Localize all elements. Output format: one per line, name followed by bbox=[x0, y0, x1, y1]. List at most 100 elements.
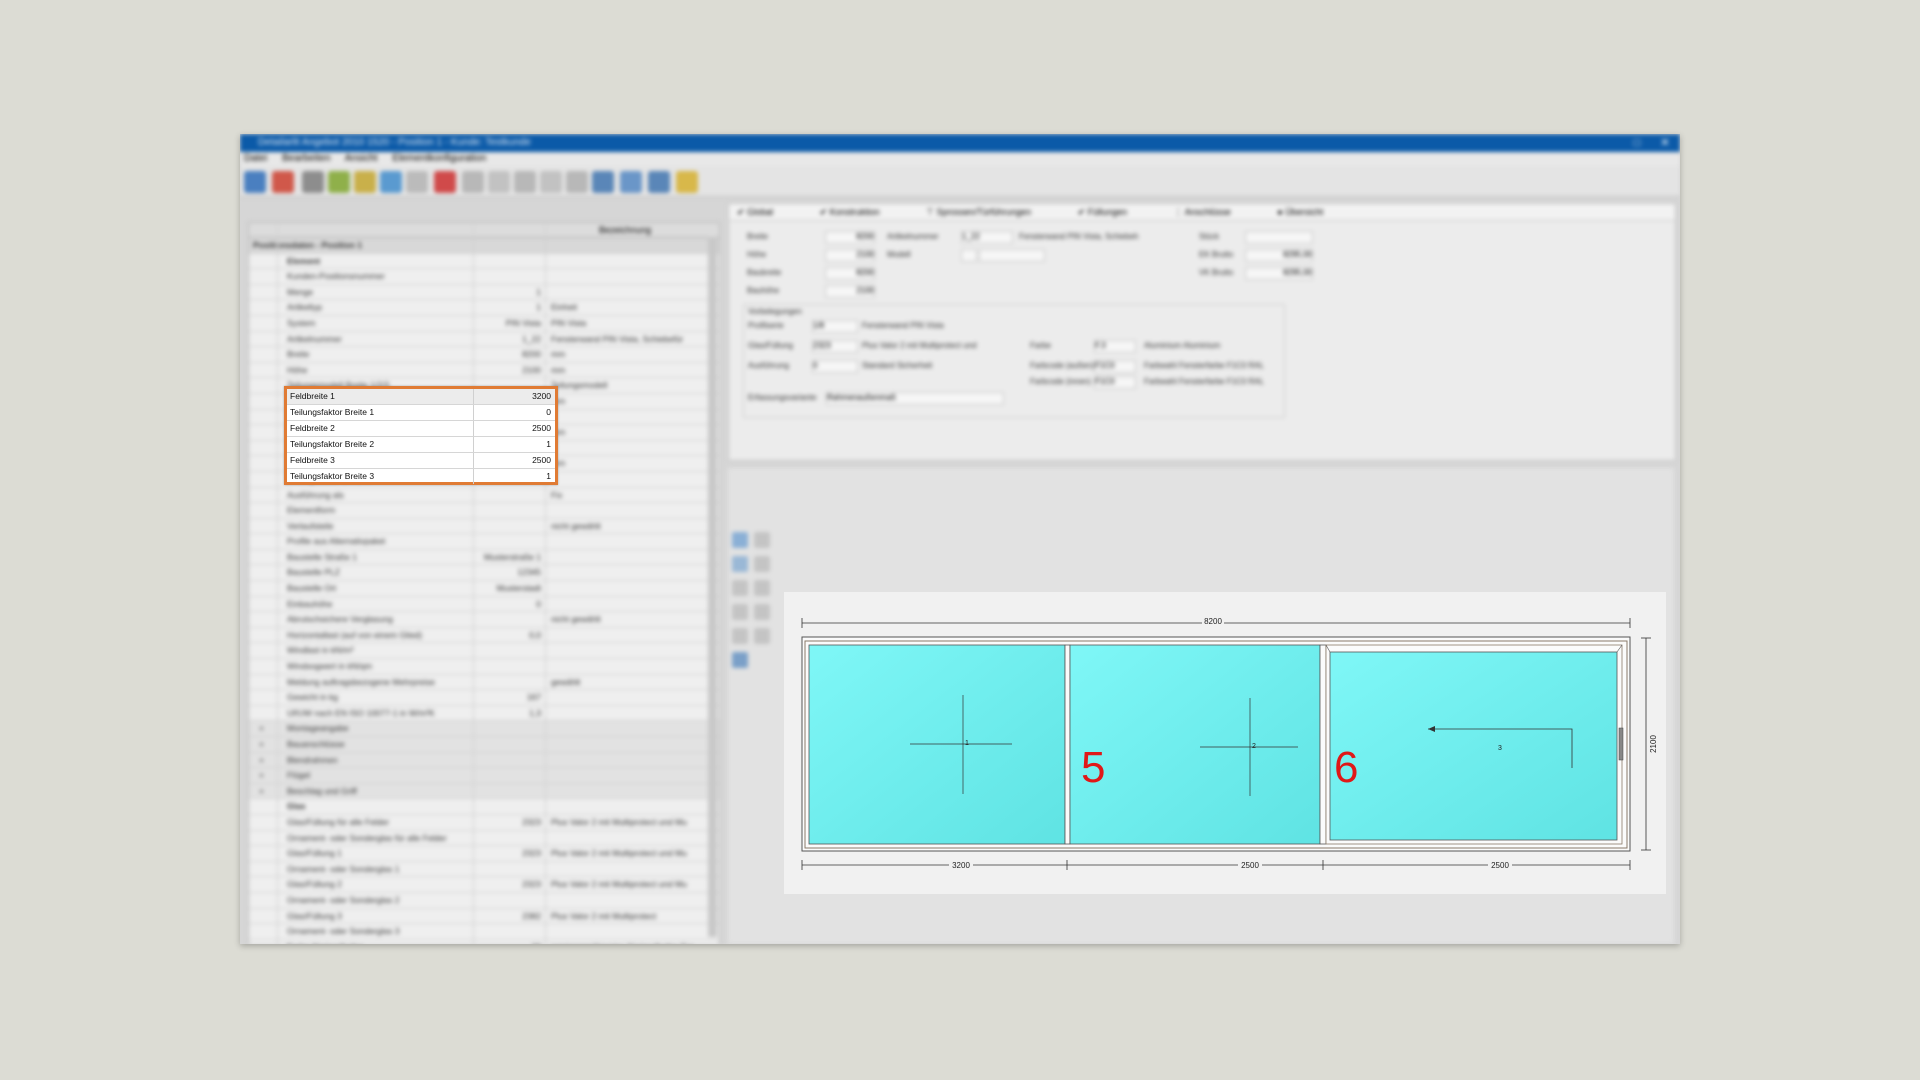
grid-row[interactable]: Bauanschlüsse + bbox=[249, 737, 719, 753]
grid-row[interactable]: System PIN Vista PIN Vista bbox=[249, 316, 719, 332]
document-icon[interactable] bbox=[406, 171, 428, 193]
grid-row[interactable]: Farbe Abstandhalter 33 warmeggedämmter Abs… bbox=[249, 940, 719, 944]
grid-row[interactable]: Windsogwert in kN/qm bbox=[249, 659, 719, 675]
grid-row[interactable]: Profile aus Alternativpaket bbox=[249, 534, 719, 550]
tab-konstruktion[interactable]: ✔ Konstruktion bbox=[820, 207, 902, 217]
key-icon[interactable] bbox=[676, 171, 698, 193]
grid-row[interactable]: Baustelle PLZ 12345 bbox=[249, 565, 719, 582]
expand-icon[interactable]: + bbox=[259, 737, 264, 751]
menu-bearbeiten[interactable]: Bearbeiten bbox=[282, 153, 330, 164]
expand-icon[interactable]: + bbox=[259, 753, 264, 767]
grid-row-value[interactable]: 2323 bbox=[481, 815, 541, 829]
last-record-icon[interactable] bbox=[566, 171, 588, 193]
profilserie-field[interactable]: 1/8 bbox=[812, 320, 858, 333]
grid-row[interactable]: Elementform bbox=[249, 503, 719, 519]
window-elevation-drawing[interactable]: 8200 2100 1 2 3 5 6 3200 2500 2500 bbox=[784, 592, 1666, 894]
mullion-2[interactable] bbox=[1319, 644, 1327, 845]
next-record-icon[interactable] bbox=[540, 171, 562, 193]
grid-row[interactable]: Meldung auftragsbezogene Mehrpreise gewäh… bbox=[249, 675, 719, 691]
sash-tool-icon[interactable] bbox=[732, 628, 748, 644]
split-tool-icon[interactable] bbox=[732, 580, 748, 596]
ausfuehrung-field[interactable]: 0 bbox=[812, 360, 858, 373]
grid-row[interactable]: Montageangabe + bbox=[249, 721, 719, 737]
ek-brutto-field[interactable]: 8295,00 bbox=[1245, 249, 1313, 262]
pins-icon[interactable] bbox=[434, 171, 456, 193]
glas-field[interactable]: 2323 bbox=[812, 340, 858, 353]
popup-row-feldbreite-3[interactable]: Feldbreite 3 2500 bbox=[287, 453, 555, 469]
grid-row-value[interactable]: 2382 bbox=[481, 909, 541, 923]
hoehe-field[interactable]: 2100 bbox=[825, 249, 875, 262]
grid-row[interactable]: Menge 1 bbox=[249, 285, 719, 301]
mullion-tool-icon[interactable] bbox=[732, 604, 748, 620]
image-view-icon[interactable] bbox=[620, 171, 642, 193]
grid-row[interactable]: Baustelle Straße 1 Musterstraße 1 bbox=[249, 550, 719, 566]
grid-row-value[interactable]: 167 bbox=[481, 690, 541, 704]
vk-brutto-field[interactable]: 8295,00 bbox=[1245, 267, 1313, 280]
grid-row[interactable]: Glas/Füllung 2 2323 Plus Valor 2 mit Multi… bbox=[249, 877, 719, 893]
grid-row[interactable]: Höhe 2100 mm bbox=[249, 363, 719, 379]
grid-row[interactable]: Artikeltyp 1 Einheit bbox=[249, 300, 719, 316]
export-tool-icon[interactable] bbox=[732, 652, 748, 668]
previous-record-icon[interactable] bbox=[488, 171, 510, 193]
popup-value-input[interactable]: 3200 bbox=[532, 389, 551, 403]
popup-row-teilungsfaktor-2[interactable]: Teilungsfaktor Breite 2 1 bbox=[287, 437, 555, 453]
grid-row-value[interactable]: 1 bbox=[481, 300, 541, 314]
grid-row[interactable]: Beschlag und Griff + bbox=[249, 783, 719, 800]
grid-view-icon[interactable] bbox=[592, 171, 614, 193]
tab-fuellungen[interactable]: ✔ Füllungen bbox=[1078, 207, 1150, 217]
grid-row[interactable]: Blendrahmen + bbox=[249, 752, 719, 769]
grid-row-value[interactable]: 1,3 bbox=[481, 706, 541, 720]
breite-field[interactable]: 8200 bbox=[825, 231, 875, 244]
popup-row-feldbreite-2[interactable]: Feldbreite 2 2500 bbox=[287, 421, 555, 437]
grid-row[interactable]: Horizontallast (auf von einem Glied) 0,0 bbox=[249, 628, 719, 644]
farbe-field[interactable]: F.3 bbox=[1094, 340, 1136, 353]
grid-row[interactable]: Ornament- oder Sonderglas für alle Felde… bbox=[249, 831, 719, 847]
artikelnummer-field[interactable]: 1_22 bbox=[961, 231, 1013, 244]
modell-field[interactable] bbox=[979, 249, 1045, 262]
popup-value[interactable]: 1 bbox=[546, 437, 551, 451]
grid-row-value[interactable]: 0,0 bbox=[481, 628, 541, 642]
grid-row[interactable]: Glas/Füllung für alle Felder 2323 Plus Val… bbox=[249, 815, 719, 831]
screen-icon[interactable] bbox=[648, 171, 670, 193]
grid-row[interactable]: Baustelle Ort Musterstadt bbox=[249, 581, 719, 597]
grid-row[interactable]: Breite 8200 mm bbox=[249, 347, 719, 363]
tools-icon[interactable] bbox=[302, 171, 324, 193]
mullion-1[interactable] bbox=[1064, 644, 1071, 845]
grid-row-value[interactable]: Musterstraße 1 bbox=[481, 550, 541, 564]
record-icon[interactable] bbox=[514, 171, 536, 193]
grid-row-value[interactable]: 33 bbox=[481, 940, 541, 944]
popup-row-feldbreite-1[interactable]: Feldbreite 1 3200 bbox=[287, 389, 555, 405]
select-tool-icon[interactable] bbox=[732, 532, 748, 548]
grid-row[interactable]: Kunden-Positionsnummer bbox=[249, 269, 719, 285]
grid-row[interactable]: Verlaufsteile nicht gewählt bbox=[249, 519, 719, 535]
settings-icon[interactable] bbox=[244, 171, 266, 193]
popup-value[interactable]: 2500 bbox=[532, 453, 551, 467]
grid-row[interactable]: Windlast in kN/m² bbox=[249, 643, 719, 660]
grid-row[interactable]: Artikelnummer 1_22 Fensterwand PIN Vista, … bbox=[249, 332, 719, 348]
glass-tool-icon[interactable] bbox=[754, 628, 770, 644]
baubreite-field[interactable]: 8200 bbox=[825, 267, 875, 280]
grid-row[interactable]: Einbauhöhe 0 bbox=[249, 597, 719, 613]
modell-button[interactable] bbox=[961, 249, 977, 262]
grid-row-value[interactable]: 2100 bbox=[481, 363, 541, 377]
tab-global[interactable]: ✔ Global bbox=[737, 207, 795, 217]
popup-value[interactable]: 2500 bbox=[532, 421, 551, 435]
glass-field-2[interactable] bbox=[1069, 644, 1321, 845]
grid-row[interactable]: Glas/Füllung 1 2323 Plus Valor 2 mit Multi… bbox=[249, 846, 719, 862]
erfassung-select[interactable]: Rahmenaußenmaß bbox=[826, 392, 1004, 405]
grid-row-value[interactable]: 1_22 bbox=[481, 332, 541, 346]
farbcode-innen-field[interactable]: F1C0 bbox=[1094, 376, 1136, 389]
grid-row[interactable]: Abrutschsichere Verglasung nicht gewählt bbox=[249, 612, 719, 628]
tab-sprossen[interactable]: ⊤ Sprossen/Türführungen bbox=[926, 207, 1053, 217]
bauhoehe-field[interactable]: 2100 bbox=[825, 285, 875, 298]
rotate-tool-icon[interactable] bbox=[754, 532, 770, 548]
grid-row[interactable]: Flügel + bbox=[249, 768, 719, 784]
grid-row-value[interactable]: 2323 bbox=[481, 846, 541, 860]
tab-anschluesse[interactable]: ⋮ Anschlüsse bbox=[1174, 207, 1253, 217]
stueck-field[interactable] bbox=[1245, 231, 1313, 244]
menu-ansicht[interactable]: Ansicht bbox=[345, 153, 378, 164]
delete-tool-icon[interactable] bbox=[754, 580, 770, 596]
shapes-icon[interactable] bbox=[380, 171, 402, 193]
maximize-icon[interactable]: □ bbox=[1624, 134, 1650, 152]
frame-tool-icon[interactable] bbox=[732, 556, 748, 572]
